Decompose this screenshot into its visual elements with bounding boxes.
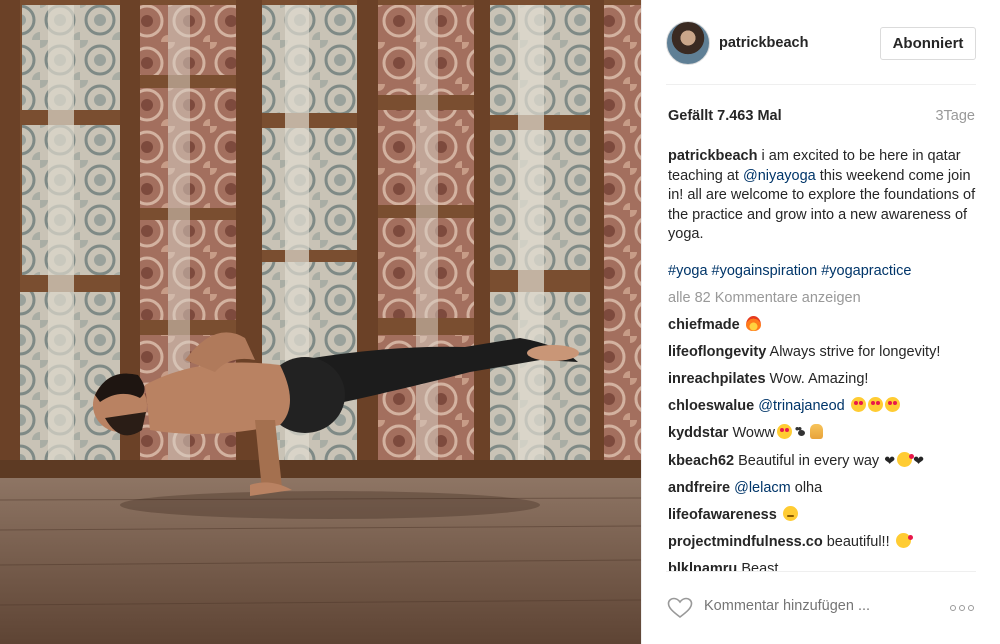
comment-item: kbeach62 Beautiful in every way ❤ ❤ xyxy=(668,451,983,471)
post-time[interactable]: 3Tage xyxy=(935,108,975,124)
heart-eyes-icon xyxy=(776,423,792,439)
comment-username[interactable]: inreachpilates xyxy=(668,371,766,387)
comment-item: kyddstar Woww xyxy=(668,419,983,443)
post-photo[interactable] xyxy=(0,0,641,644)
comment-username[interactable]: andfreire xyxy=(668,480,730,496)
heart-eyes-icon xyxy=(850,396,866,412)
comment-text: Wow. Amazing! xyxy=(769,370,869,387)
comment-username[interactable]: chloeswalue xyxy=(668,398,754,414)
header-divider xyxy=(666,84,976,85)
kiss-face-icon xyxy=(897,451,915,467)
hashtag-link[interactable]: #yoga xyxy=(668,263,708,279)
comment-item: chloeswalue @trinajaneod xyxy=(668,396,983,416)
comment-item: andfreire @lelacm olha xyxy=(668,479,983,498)
dot xyxy=(959,605,965,611)
comment-text: beautiful!! xyxy=(826,533,890,550)
comment-item: lifeofawareness xyxy=(668,505,983,525)
post-sidebar: patrickbeach Abonniert Gefällt 7.463 Mal… xyxy=(641,0,1000,644)
heart-outline-icon[interactable] xyxy=(667,597,693,619)
comment-text: Always strive for longevity! xyxy=(769,343,941,360)
comment-item: chiefmade xyxy=(668,315,983,335)
comment-username[interactable]: lifeoflongevity xyxy=(668,344,766,360)
dot xyxy=(950,605,956,611)
wink-face-icon xyxy=(782,505,798,521)
comment-username[interactable]: lifeofawareness xyxy=(668,507,777,523)
comment-mention-link[interactable]: @lelacm xyxy=(734,480,791,496)
like-count[interactable]: Gefällt 7.463 Mal xyxy=(668,108,782,124)
post-view: patrickbeach Abonniert Gefällt 7.463 Mal… xyxy=(0,0,1000,644)
comment-item: projectmindfulness.co beautiful!! xyxy=(668,532,983,552)
comments-list: patrickbeach i am excited to be here in … xyxy=(668,147,983,571)
black-heart-icon: ❤ xyxy=(884,452,896,468)
post-header: patrickbeach Abonniert xyxy=(642,0,1000,84)
comment-text: olha xyxy=(794,479,823,496)
avatar[interactable] xyxy=(666,21,710,65)
more-options-icon[interactable] xyxy=(950,600,980,616)
comment-item: lifeoflongevity Always strive for longev… xyxy=(668,343,983,362)
comment-text: Beast xyxy=(741,560,779,572)
comment-username[interactable]: projectmindfulness.co xyxy=(668,534,823,550)
comment-username[interactable]: blklnamru xyxy=(668,561,737,572)
caption-mention-link[interactable]: @niyayoga xyxy=(743,168,816,184)
add-comment-input[interactable] xyxy=(704,598,944,614)
heart-eyes-icon xyxy=(867,396,883,412)
fire-icon xyxy=(745,315,761,331)
comment-item: blklnamru Beast xyxy=(668,560,983,572)
comment-username[interactable]: kbeach62 xyxy=(668,453,734,469)
footer-divider xyxy=(666,571,976,572)
paw-prints-icon xyxy=(794,419,808,439)
comment-item: inreachpilates Wow. Amazing! xyxy=(668,370,983,389)
comment-text: Woww xyxy=(732,424,775,441)
view-all-comments-link[interactable]: alle 82 Kommentare anzeigen xyxy=(668,289,983,308)
dot xyxy=(968,605,974,611)
comment-mention-link[interactable]: @trinajaneod xyxy=(758,398,844,414)
black-heart-icon: ❤ xyxy=(913,452,925,468)
hashtag-link[interactable]: #yogainspiration xyxy=(712,263,818,279)
comment-username[interactable]: chiefmade xyxy=(668,317,740,333)
hashtag-link[interactable]: #yogapractice xyxy=(821,263,911,279)
comment-text: Beautiful in every way xyxy=(738,452,880,469)
pray-hands-icon xyxy=(809,423,823,439)
following-button[interactable]: Abonniert xyxy=(880,27,976,60)
post-username[interactable]: patrickbeach xyxy=(719,35,808,51)
hashtags: #yoga #yogainspiration #yogapractice xyxy=(668,262,983,281)
kiss-face-icon xyxy=(895,532,913,548)
yoga-photo xyxy=(0,0,641,644)
caption: patrickbeach i am excited to be here in … xyxy=(668,147,983,245)
caption-username[interactable]: patrickbeach xyxy=(668,148,757,164)
heart-eyes-icon xyxy=(884,396,900,412)
comment-username[interactable]: kyddstar xyxy=(668,425,728,441)
